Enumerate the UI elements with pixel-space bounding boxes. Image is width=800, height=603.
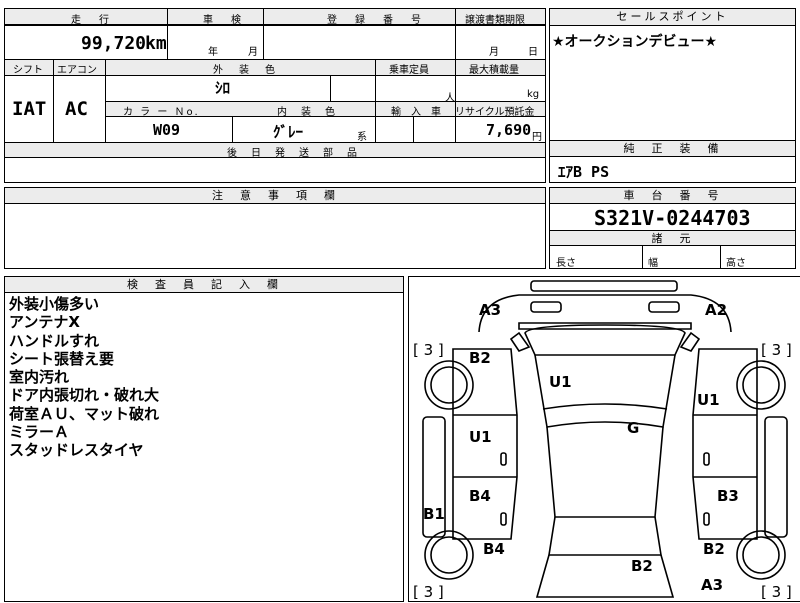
- genuine-equipment-label: 純 正 装 備: [550, 141, 795, 157]
- damage-right-fender: U1: [697, 391, 720, 409]
- genuine-equipment-value: ｴｱB PS: [558, 163, 610, 181]
- sales-point-panel: セールスポイント ★オークションデビュー★: [549, 8, 796, 141]
- tire-front-right: [ 3 ]: [761, 341, 792, 359]
- registration-label: 登 録 番 号: [327, 15, 425, 26]
- recycle-fee-unit: 円: [532, 132, 542, 143]
- caution-panel: 注 意 事 項 欄: [4, 187, 546, 269]
- mileage-label: 走 行: [71, 15, 113, 26]
- inspector-label: 検 査 員 記 入 欄: [5, 277, 403, 293]
- specs-label: 諸 元: [550, 230, 795, 246]
- interior-color-suffix: 系: [357, 132, 367, 143]
- note-line: シート張替え要: [9, 349, 115, 368]
- note-line: スタッドレスタイヤ: [9, 441, 144, 460]
- caution-label: 注 意 事 項 欄: [5, 188, 545, 204]
- damage-rear-hatch: B2: [631, 557, 653, 575]
- sales-point-label: セールスポイント: [550, 9, 795, 26]
- chassis-panel: 車 台 番 号 S321V-0244703 諸 元 長さ 幅 高さ: [549, 187, 796, 269]
- width-label: 幅: [648, 258, 658, 269]
- car-condition-diagram: A3 A2 [ 3 ] [ 3 ] B2 U1 U1 U1 G B4 B3 B1…: [408, 276, 800, 602]
- inspector-notes: 外装小傷多い アンテナX ハンドルすれ シート張替え要 室内汚れ ドア内張切れ・…: [9, 295, 159, 460]
- vehicle-info-table: 走 行 車 検 登 録 番 号 譲渡書類期限 99,720 km 年 月 月 日…: [4, 8, 546, 183]
- inspection-label: 車 検: [203, 15, 245, 26]
- height-label: 高さ: [726, 258, 746, 269]
- tire-rear-right: [ 3 ]: [761, 583, 792, 601]
- damage-right-rear-door: B3: [717, 487, 739, 505]
- note-line: 室内汚れ: [9, 368, 70, 387]
- color-no-value: W09: [153, 121, 181, 139]
- inspector-notes-panel: 検 査 員 記 入 欄 外装小傷多い アンテナX ハンドルすれ シート張替え要 …: [4, 276, 404, 602]
- damage-left-rocker: B1: [423, 505, 445, 523]
- transfer-deadline-label: 譲渡書類期限: [465, 15, 525, 26]
- car-outline-drawing: [422, 280, 788, 598]
- inspection-month: 月: [248, 47, 258, 58]
- genuine-equipment-panel: 純 正 装 備 ｴｱB PS: [549, 140, 796, 183]
- tire-rear-left: [ 3 ]: [413, 583, 444, 601]
- aircon-label: エアコン: [57, 65, 97, 76]
- transfer-month: 月: [489, 47, 499, 58]
- damage-right-rear-fender: B2: [703, 540, 725, 558]
- damage-roof: G: [627, 419, 640, 437]
- note-line: アンテナX: [9, 313, 80, 332]
- note-line: ミラーＡ: [9, 423, 70, 442]
- shift-label: シフト: [13, 65, 43, 76]
- damage-left-front-door: U1: [469, 428, 492, 446]
- mileage-value: 99,720: [81, 33, 147, 54]
- interior-color-value: ｸﾞﾚｰ: [273, 123, 304, 141]
- damage-rear-right: A3: [701, 576, 724, 594]
- chassis-number: S321V-0244703: [594, 206, 751, 230]
- recycle-fee-value: 7,690: [486, 121, 532, 139]
- damage-left-front-fender: B2: [469, 349, 491, 367]
- damage-left-rear-door: B4: [469, 487, 491, 505]
- capacity-label: 乗車定員: [389, 65, 429, 76]
- damage-left-rear-fender: B4: [483, 540, 505, 558]
- transfer-day: 日: [528, 47, 538, 58]
- note-line: 外装小傷多い: [9, 295, 100, 313]
- note-line: ドア内張切れ・破れ大: [9, 386, 160, 405]
- sales-point-text: ★オークションデビュー★: [552, 34, 718, 50]
- note-line: 荷室ＡＵ、マット破れ: [9, 404, 160, 423]
- exterior-color-label: 外 装 色: [213, 65, 278, 76]
- max-load-label: 最大積載量: [469, 65, 519, 76]
- aircon-value: AC: [65, 98, 88, 120]
- damage-front-right: A2: [705, 301, 728, 319]
- damage-front-left: A3: [479, 301, 502, 319]
- note-line: ハンドルすれ: [9, 331, 100, 350]
- exterior-color-value: ｼﾛ: [215, 79, 231, 97]
- max-load-unit: kg: [527, 89, 540, 100]
- chassis-label: 車 台 番 号: [550, 188, 795, 204]
- damage-hood: U1: [549, 373, 572, 391]
- length-label: 長さ: [556, 258, 576, 269]
- mileage-unit: km: [145, 33, 167, 54]
- shift-value: IAT: [12, 98, 47, 120]
- inspection-year: 年: [208, 47, 218, 58]
- tire-front-left: [ 3 ]: [413, 341, 444, 359]
